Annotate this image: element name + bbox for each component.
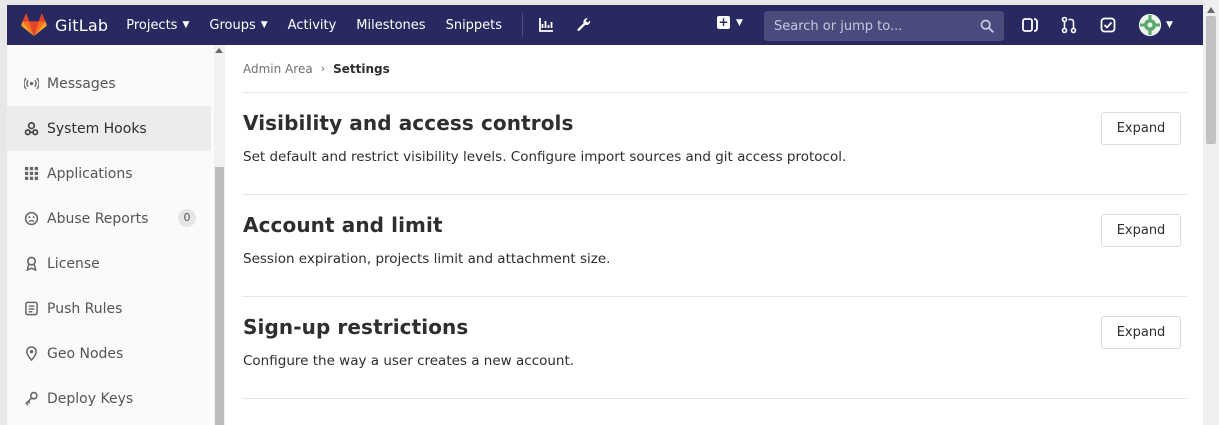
nav-link-projects[interactable]: Projects ▼ <box>126 18 189 33</box>
sidebar-item-label: License <box>47 255 100 272</box>
chart-icon[interactable] <box>537 16 555 34</box>
breadcrumb-separator-icon: › <box>320 62 326 75</box>
sidebar-item-label: Deploy Keys <box>47 390 134 407</box>
nav-link-label: Activity <box>287 17 337 33</box>
sidebar-item-abuse-reports[interactable]: Abuse Reports 0 <box>7 196 211 241</box>
broadcast-icon <box>23 76 39 92</box>
breadcrumb-current: Settings <box>333 61 390 76</box>
sidebar-item-messages[interactable]: Messages <box>7 61 211 106</box>
scroll-up-arrow-icon[interactable] <box>1207 7 1215 13</box>
page-scroll-thumb[interactable] <box>1206 16 1216 144</box>
gitlab-logo-icon <box>21 13 47 36</box>
sidebar-item-label: Applications <box>47 165 133 182</box>
sidebar-item-license[interactable]: License <box>7 241 211 286</box>
nav-link-groups[interactable]: Groups ▼ <box>209 18 267 33</box>
brand[interactable]: GitLab <box>21 13 108 37</box>
nav-link-label: Groups <box>209 17 256 33</box>
merge-requests-icon[interactable] <box>1060 16 1078 34</box>
sidebar-item-label: Geo Nodes <box>47 345 124 362</box>
section-description: Configure the way a user creates a new a… <box>243 353 575 369</box>
settings-section: Account and limit Session expiration, pro… <box>243 195 1187 297</box>
hook-icon <box>23 121 39 137</box>
nav-link-snippets[interactable]: Snippets <box>446 18 502 33</box>
sidebar-item-system-hooks[interactable]: System Hooks <box>7 106 211 151</box>
nav-links: Projects ▼ Groups ▼ Activity Milestones Snippe… <box>126 13 613 37</box>
plus-icon: + <box>717 15 730 29</box>
chevron-down-icon: ▼ <box>182 20 190 30</box>
page-scrollbar[interactable] <box>1203 0 1219 425</box>
breadcrumb: Admin Area › Settings <box>243 45 1187 93</box>
sidebar-item-label: System Hooks <box>47 120 147 137</box>
sidebar-item-label: Messages <box>47 75 116 92</box>
sidebar-item-push-rules[interactable]: Push Rules <box>7 286 211 331</box>
gitlab-window: GitLab Projects ▼ Groups ▼ Activity Milestone… <box>7 5 1203 425</box>
nav-link-activity[interactable]: Activity <box>288 18 337 33</box>
section-title: Account and limit <box>243 213 443 237</box>
chevron-down-icon: ▼ <box>260 20 268 30</box>
top-navbar: GitLab Projects ▼ Groups ▼ Activity Milestone… <box>7 5 1203 45</box>
breadcrumb-admin-area[interactable]: Admin Area <box>243 62 313 76</box>
sidebar-scroll-thumb[interactable] <box>215 167 224 425</box>
scroll-up-arrow-icon[interactable] <box>215 48 223 53</box>
section-description: Session expiration, projects limit and a… <box>243 251 611 267</box>
avatar <box>1139 14 1161 36</box>
grid-icon <box>23 166 39 182</box>
nav-divider <box>522 13 524 37</box>
sidebar-item-deploy-keys[interactable]: Deploy Keys <box>7 376 211 421</box>
sidebar-item-geo-nodes[interactable]: Geo Nodes <box>7 331 211 376</box>
expand-button[interactable]: Expand <box>1101 112 1181 145</box>
count-badge: 0 <box>178 209 196 227</box>
chevron-down-icon: ▼ <box>736 17 743 28</box>
wrench-icon[interactable] <box>575 16 593 34</box>
expand-button[interactable]: Expand <box>1101 214 1181 247</box>
nav-link-milestones[interactable]: Milestones <box>356 18 425 33</box>
main-content: Admin Area › Settings Visibility and acc… <box>243 45 1187 425</box>
sidebar-item-applications[interactable]: Applications <box>7 151 211 196</box>
section-title: Visibility and access controls <box>243 111 574 135</box>
search-bar[interactable]: Search or jump to... <box>764 11 1004 41</box>
new-item-dropdown[interactable]: + ▼ <box>717 16 743 29</box>
nav-link-label: Milestones <box>356 17 426 33</box>
settings-section: Sign-up restrictions Configure the way a … <box>243 297 1187 399</box>
sidebar-scrollbar[interactable] <box>214 45 225 425</box>
user-menu[interactable]: ▼ <box>1139 14 1173 36</box>
chevron-down-icon: ▼ <box>1166 20 1173 30</box>
nav-link-label: Snippets <box>445 17 503 33</box>
search-icon <box>980 19 994 33</box>
issues-icon[interactable] <box>1021 16 1039 34</box>
search-input[interactable]: Search or jump to... <box>774 19 980 34</box>
settings-section: Visibility and access controls Set defaul… <box>243 93 1187 195</box>
sidebar-item-label: Push Rules <box>47 300 123 317</box>
location-icon <box>23 346 39 362</box>
face-icon <box>23 211 39 227</box>
header-icons <box>1021 16 1138 34</box>
key-icon <box>23 391 39 407</box>
todos-icon[interactable] <box>1099 16 1117 34</box>
nav-link-label: Projects <box>126 17 178 33</box>
admin-sidebar: Messages System Hooks Applications Abuse Re… <box>7 45 225 425</box>
sidebar-item-label: Abuse Reports <box>47 210 149 227</box>
section-title: Sign-up restrictions <box>243 315 469 339</box>
license-icon <box>23 256 39 272</box>
brand-name: GitLab <box>55 15 109 35</box>
section-description: Set default and restrict visibility leve… <box>243 149 847 165</box>
push-rules-icon <box>23 301 39 317</box>
expand-button[interactable]: Expand <box>1101 316 1181 349</box>
